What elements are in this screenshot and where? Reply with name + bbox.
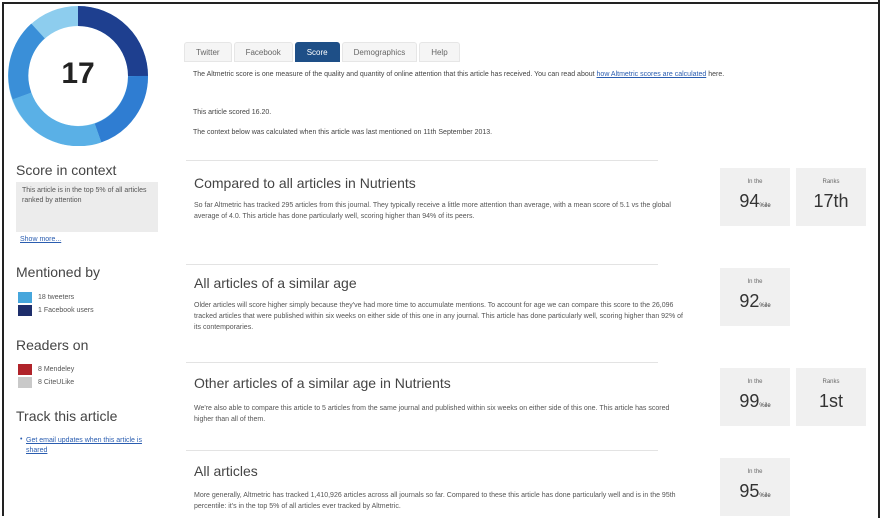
email-updates-link[interactable]: Get email updates when this article is s… — [26, 436, 146, 456]
reader-citeulike[interactable]: 8 CiteULike — [18, 377, 74, 388]
mendeley-swatch — [18, 364, 32, 375]
stat-journal-rank: Ranks 17th — [796, 168, 866, 226]
stat-age-journal-percentile: In the 99%ile — [720, 368, 790, 426]
frame-edge — [878, 0, 880, 518]
section-title-similar-age-journal: Other articles of a similar age in Nutri… — [194, 375, 451, 391]
section-body-journal: So far Altmetric has tracked 295 article… — [194, 202, 671, 220]
section-body-similar-age-journal: We're also able to compare this article … — [194, 405, 670, 423]
tab-facebook[interactable]: Facebook — [233, 42, 293, 62]
section-title-similar-age: All articles of a similar age — [194, 275, 357, 291]
score-calculation-link[interactable]: how Altmetric scores are calculated — [597, 71, 707, 78]
calc-date-line: The context below was calculated when th… — [193, 129, 493, 136]
section-divider — [186, 160, 658, 161]
show-more-link[interactable]: Show more... — [20, 236, 61, 243]
score-context-box: This article is in the top 5% of all art… — [16, 182, 158, 232]
mention-twitter[interactable]: 18 tweeters — [18, 292, 74, 303]
section-divider — [186, 362, 658, 363]
twitter-swatch — [18, 292, 32, 303]
section-title-journal: Compared to all articles in Nutrients — [194, 175, 416, 191]
score-line: This article scored 16.20. — [193, 109, 272, 116]
score-context-heading: Score in context — [16, 162, 117, 178]
section-body-all-articles: More generally, Altmetric has tracked 1,… — [194, 492, 676, 510]
facebook-swatch — [18, 305, 32, 316]
stat-journal-percentile: In the 94%ile — [720, 168, 790, 226]
section-divider — [186, 450, 658, 451]
section-divider — [186, 264, 658, 265]
tab-help[interactable]: Help — [419, 42, 460, 62]
bullet-icon: • — [20, 436, 23, 443]
reader-mendeley[interactable]: 8 Mendeley — [18, 364, 74, 375]
stat-age-journal-rank: Ranks 1st — [796, 368, 866, 426]
altmetric-score: 17 — [61, 57, 95, 90]
intro-text: The Altmetric score is one measure of th… — [193, 71, 725, 78]
stat-all-percentile: In the 95%ile — [720, 458, 790, 516]
track-article-heading: Track this article — [16, 408, 118, 424]
readers-on-heading: Readers on — [16, 337, 89, 353]
tab-bar: Twitter Facebook Score Demographics Help — [184, 42, 462, 62]
section-body-similar-age: Older articles will score higher simply … — [194, 302, 683, 331]
tab-demographics[interactable]: Demographics — [341, 42, 418, 62]
mentioned-by-heading: Mentioned by — [16, 264, 101, 280]
stat-age-percentile: In the 92%ile — [720, 268, 790, 326]
tab-twitter[interactable]: Twitter — [184, 42, 232, 62]
section-title-all-articles: All articles — [194, 463, 258, 479]
citeulike-swatch — [18, 377, 32, 388]
mention-facebook[interactable]: 1 Facebook users — [18, 305, 94, 316]
tab-score[interactable]: Score — [294, 42, 340, 62]
